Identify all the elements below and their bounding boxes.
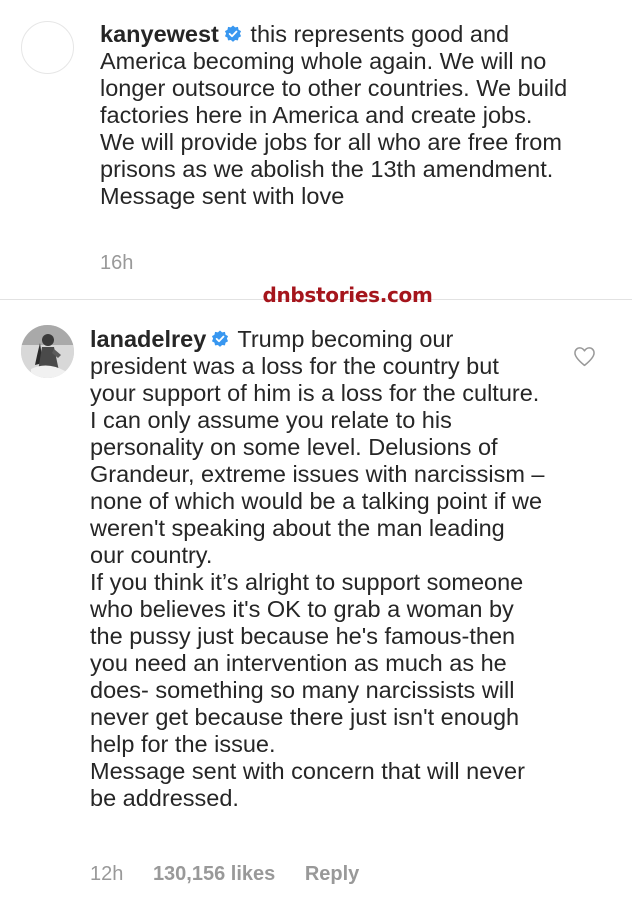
- avatar[interactable]: [21, 325, 74, 378]
- heart-outline-icon[interactable]: [573, 346, 596, 367]
- verified-badge-icon: [212, 330, 229, 347]
- comment-body: kanyewest this represents good and Ameri…: [100, 21, 570, 210]
- avatar-photo-icon: [21, 325, 74, 378]
- comment-paragraph: Message sent with concern that will neve…: [90, 758, 525, 811]
- comment-body: lanadelrey Trump becoming our president …: [90, 326, 545, 812]
- username-link[interactable]: kanyewest: [100, 21, 219, 47]
- comment-meta: 12h 130,156 likes Reply: [90, 863, 383, 886]
- avatar[interactable]: [21, 21, 74, 74]
- watermark: dnbstories.com: [262, 283, 433, 307]
- comment-paragraph: If you think it’s alright to support som…: [90, 569, 524, 757]
- comment-text: this represents good and America becomin…: [100, 21, 568, 209]
- verified-badge-icon: [224, 25, 241, 42]
- reply-button[interactable]: Reply: [305, 863, 359, 885]
- comment-time[interactable]: 16h: [100, 252, 133, 274]
- comment-meta: 16h: [100, 252, 157, 275]
- username-link[interactable]: lanadelrey: [90, 326, 206, 352]
- likes-count[interactable]: 130,156 likes: [153, 863, 275, 885]
- comment-paragraph: I can only assume you relate to his pers…: [90, 407, 545, 568]
- comment-time[interactable]: 12h: [90, 863, 123, 885]
